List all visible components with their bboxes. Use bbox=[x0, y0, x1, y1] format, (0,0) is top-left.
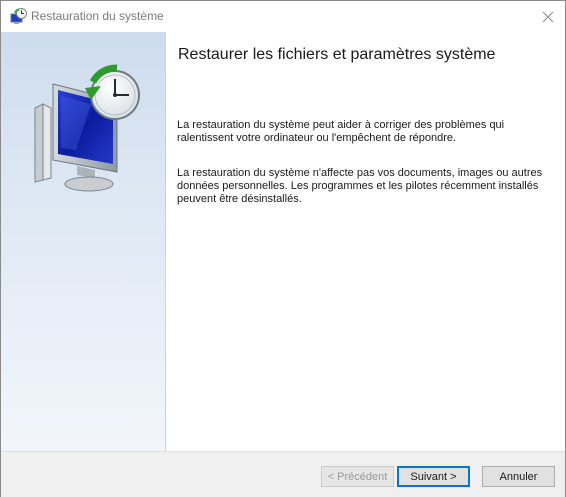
close-icon bbox=[542, 11, 554, 22]
description-paragraph: La restauration du système peut aider à … bbox=[177, 119, 505, 144]
system-restore-window: Restauration du système Restaurer les fi… bbox=[0, 0, 566, 497]
close-button[interactable] bbox=[531, 1, 565, 32]
content-panel: Restaurer les fichiers et paramètres sys… bbox=[166, 32, 565, 451]
button-bar: < Précédent Suivant > Annuler bbox=[1, 451, 565, 497]
previous-button[interactable]: < Précédent bbox=[321, 466, 394, 487]
page-title: Restaurer les fichiers et paramètres sys… bbox=[178, 46, 496, 63]
window-title: Restauration du système bbox=[31, 9, 164, 23]
next-button[interactable]: Suivant > bbox=[397, 466, 470, 487]
sidebar-panel bbox=[1, 32, 166, 451]
system-restore-icon bbox=[10, 8, 27, 24]
title-bar[interactable]: Restauration du système bbox=[1, 1, 565, 32]
cancel-button[interactable]: Annuler bbox=[482, 466, 555, 487]
system-restore-illustration bbox=[34, 64, 140, 192]
info-paragraph: La restauration du système n'affecte pas… bbox=[177, 167, 543, 205]
